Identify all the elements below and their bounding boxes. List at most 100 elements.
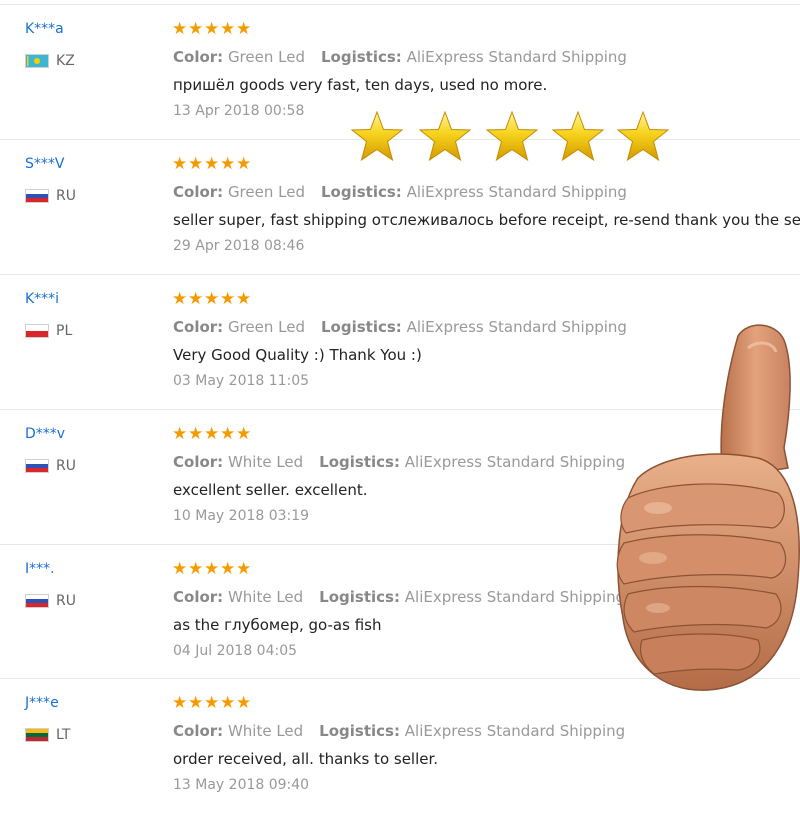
review-text: excellent seller. excellent. [173,481,368,499]
reviewer-country: RU [25,593,76,609]
star-icon: ★ [188,289,204,308]
reviewer-name[interactable]: K***a [25,21,64,37]
star-icon: ★ [188,154,204,173]
logistics-value: AliExpress Standard Shipping [406,318,627,336]
lithuania-flag-icon [25,728,49,742]
thumbs-up-hand-icon [616,324,800,691]
review-text: Very Good Quality :) Thank You :) [173,346,422,364]
reviewer-name[interactable]: D***v [25,426,65,442]
color-label: Color: [173,588,224,606]
logistics-label: Logistics: [319,722,400,740]
gold-star-icon [419,111,471,161]
star-icon: ★ [172,19,188,38]
star-icon: ★ [220,424,236,443]
star-icon: ★ [172,424,188,443]
review-date: 13 Apr 2018 00:58 [173,103,305,119]
color-value: Green Led [227,183,305,201]
color-value: White Led [227,722,304,740]
star-rating: ★ ★ ★ ★ ★ [172,424,252,443]
poland-flag-icon [25,324,49,338]
reviewer-name[interactable]: K***i [25,291,59,307]
review-item: J***e LT ★ ★ ★ ★ ★ Color: White Led Logistics… [0,678,800,813]
review-date: 03 May 2018 11:05 [173,373,310,389]
reviewer-country: RU [25,458,76,474]
gold-stars-overlay [351,111,669,161]
reviewer-country: RU [25,188,76,204]
color-value: Green Led [227,318,305,336]
reviewer-name[interactable]: S***V [25,156,64,172]
logistics-value: AliExpress Standard Shipping [404,453,626,471]
review-text: seller super, fast shipping отслеживалос… [173,211,800,229]
order-info: Color: Green Led Logistics: AliExpress St… [173,318,627,336]
star-icon: ★ [188,693,204,712]
review-text: as the глубомер, go-as fish [173,616,382,634]
gold-star-icon [351,111,403,161]
star-icon: ★ [172,559,188,578]
star-icon: ★ [172,289,188,308]
review-date: 04 Jul 2018 04:05 [173,643,298,659]
star-icon: ★ [236,424,252,443]
color-label: Color: [173,453,224,471]
star-icon: ★ [220,693,236,712]
review-date: 10 May 2018 03:19 [173,508,310,524]
color-value: White Led [227,588,304,606]
logistics-label: Logistics: [320,318,402,336]
star-icon: ★ [204,289,220,308]
order-info: Color: Green Led Logistics: AliExpress St… [173,183,627,201]
reviewer-country: KZ [25,53,75,69]
star-rating: ★ ★ ★ ★ ★ [172,289,252,308]
color-label: Color: [173,48,224,66]
russia-flag-icon [25,594,49,608]
logistics-value: AliExpress Standard Shipping [406,48,627,66]
review-text: order received, all. thanks to seller. [173,750,439,768]
logistics-label: Logistics: [320,48,402,66]
star-icon: ★ [204,19,220,38]
star-icon: ★ [220,19,236,38]
country-code: RU [56,593,76,609]
star-icon: ★ [236,693,252,712]
russia-flag-icon [25,189,49,203]
star-icon: ★ [204,424,220,443]
review-text: пришёл goods very fast, ten days, used n… [173,76,548,94]
star-icon: ★ [236,289,252,308]
color-label: Color: [173,722,224,740]
review-date: 13 May 2018 09:40 [173,777,310,793]
color-label: Color: [173,183,224,201]
reviewer-country: PL [25,323,72,339]
color-value: Green Led [227,48,305,66]
logistics-label: Logistics: [320,183,402,201]
star-icon: ★ [204,693,220,712]
country-code: RU [56,188,76,204]
star-rating: ★ ★ ★ ★ ★ [172,19,252,38]
logistics-label: Logistics: [319,588,400,606]
order-info: Color: White Led Logistics: AliExpress St… [173,453,625,471]
reviewer-country: LT [25,727,70,743]
star-icon: ★ [236,19,252,38]
star-icon: ★ [188,19,204,38]
logistics-value: AliExpress Standard Shipping [404,722,626,740]
star-icon: ★ [188,559,204,578]
star-rating: ★ ★ ★ ★ ★ [172,693,252,712]
reviewer-name[interactable]: J***e [25,695,59,711]
star-icon: ★ [204,559,220,578]
star-icon: ★ [220,289,236,308]
star-icon: ★ [220,154,236,173]
star-icon: ★ [236,559,252,578]
star-icon: ★ [236,154,252,173]
color-value: White Led [227,453,304,471]
order-info: Color: Green Led Logistics: AliExpress St… [173,48,627,66]
gold-star-icon [617,111,669,161]
star-icon: ★ [220,559,236,578]
star-icon: ★ [204,154,220,173]
star-icon: ★ [188,424,204,443]
color-label: Color: [173,318,224,336]
order-info: Color: White Led Logistics: AliExpress St… [173,722,625,740]
star-rating: ★ ★ ★ ★ ★ [172,154,252,173]
country-code: PL [56,323,73,339]
gold-star-icon [486,111,538,161]
logistics-label: Logistics: [319,453,400,471]
logistics-value: AliExpress Standard Shipping [406,183,627,201]
reviewer-name[interactable]: I***. [25,561,55,577]
star-icon: ★ [172,693,188,712]
order-info: Color: White Led Logistics: AliExpress St… [173,588,625,606]
